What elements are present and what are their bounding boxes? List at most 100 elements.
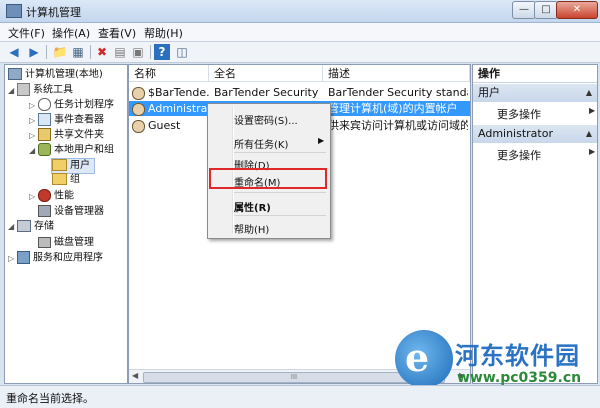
back-icon[interactable]: ◀ [6, 44, 22, 60]
tree-item-root[interactable]: 计算机管理(本地) [8, 68, 103, 82]
user-icon [132, 102, 145, 116]
export-icon[interactable]: ▣ [130, 44, 146, 60]
tree-item-disk-management[interactable]: 磁盘管理 [38, 236, 94, 250]
cell-name: Administrat... [148, 102, 210, 115]
tree-label: 组 [70, 174, 80, 185]
watermark-name: 河东软件园 [455, 342, 580, 370]
user-icon [132, 119, 145, 133]
action-label: 更多操作 [497, 108, 541, 121]
menu-separator [234, 152, 326, 153]
cell-description: 供来宾访问计算机或访问域的内... [328, 119, 468, 132]
submenu-arrow-icon: ▶ [318, 136, 325, 145]
watermark-url: www.pc0359.cn [457, 370, 582, 386]
menu-item-rename[interactable]: 重命名(M) [234, 174, 280, 189]
tree-item-performance[interactable]: ▷ 性能 [29, 189, 74, 203]
forward-icon[interactable]: ▶ [26, 44, 42, 60]
tree-item-system-tools[interactable]: ◢ 系统工具 [8, 83, 73, 97]
tree-label: 本地用户和组 [54, 144, 114, 156]
toolbar-separator [90, 45, 91, 59]
toolbar-separator [46, 45, 47, 59]
table-row[interactable]: $BarTende... BarTender Security Us... Ba… [129, 85, 470, 100]
collapse-up-icon[interactable]: ▲ [586, 84, 592, 102]
collapse-icon[interactable]: ◢ [8, 84, 17, 98]
expand-icon[interactable]: ▷ [29, 114, 38, 128]
menu-bar: 文件(F) 操作(A) 查看(V) 帮助(H) [0, 23, 600, 42]
tree-label: 计算机管理(本地) [25, 69, 103, 80]
tree-label: 存储 [34, 221, 54, 232]
submenu-arrow-icon: ▶ [589, 106, 596, 115]
menu-view[interactable]: 查看(V) [98, 25, 136, 41]
tree-label: 系统工具 [33, 84, 73, 96]
tree-item-services-apps[interactable]: ▷ 服务和应用程序 [8, 251, 103, 265]
more-actions-administrator[interactable]: 更多操作 ▶ [497, 147, 595, 163]
users-group-icon [38, 143, 51, 156]
action-label: 更多操作 [497, 149, 541, 162]
tree-item-shared-folders[interactable]: ▷ 共享文件夹 [29, 128, 104, 142]
menu-item-all-tasks[interactable]: 所有任务(K) [234, 136, 288, 151]
menu-help[interactable]: 帮助(H) [144, 25, 183, 41]
tree-label: 磁盘管理 [54, 237, 94, 248]
tree-label: 事件查看器 [54, 114, 104, 126]
console-tree: 计算机管理(本地) ◢ 系统工具 ▷ 任务计划程序 ▷ 事件查看器 ▷ 共享文件夹 ◢ 本… [4, 64, 128, 384]
actions-section-users[interactable]: 用户 ▲ [473, 84, 597, 102]
section-label: 用户 [478, 86, 500, 99]
menu-file[interactable]: 文件(F) [8, 25, 45, 41]
window-title: 计算机管理 [26, 6, 81, 19]
maximize-button[interactable]: □ [534, 1, 558, 19]
submenu-arrow-icon: ▶ [589, 147, 596, 156]
show-action-pane-icon[interactable]: ◫ [174, 44, 190, 60]
help-icon[interactable]: ? [154, 44, 170, 60]
menu-item-help[interactable]: 帮助(H) [234, 221, 269, 236]
more-actions-users[interactable]: 更多操作 ▶ [497, 106, 595, 122]
properties-icon[interactable]: ▤ [112, 44, 128, 60]
scroll-left-icon[interactable]: ◀ [132, 371, 138, 380]
tree-item-event-viewer[interactable]: ▷ 事件查看器 [29, 113, 104, 127]
cell-description: BarTender Security standard u... [328, 86, 468, 99]
expand-icon[interactable]: ▷ [29, 190, 38, 204]
column-header-name[interactable]: 名称 [129, 65, 209, 82]
tree-item-storage[interactable]: ◢ 存储 [8, 220, 54, 234]
cell-name: Guest [148, 119, 181, 132]
column-header-fullname[interactable]: 全名 [209, 65, 323, 82]
tree-label: 任务计划程序 [54, 99, 114, 111]
tree-label: 共享文件夹 [54, 129, 104, 141]
close-button[interactable]: ✕ [556, 1, 598, 19]
tree-item-task-scheduler[interactable]: ▷ 任务计划程序 [29, 98, 114, 112]
tree-label: 服务和应用程序 [33, 252, 103, 264]
collapse-icon[interactable]: ◢ [29, 144, 38, 158]
computer-icon [8, 68, 22, 80]
storage-icon [17, 220, 31, 232]
device-manager-icon [38, 205, 51, 217]
cell-description: 管理计算机(域)的内置帐户 [328, 102, 458, 115]
clock-icon [38, 98, 51, 111]
tools-icon [17, 83, 30, 96]
expand-icon[interactable]: ▷ [29, 99, 38, 113]
folder-icon [52, 159, 67, 171]
folder-icon [52, 173, 67, 185]
expand-icon[interactable]: ▷ [8, 252, 17, 266]
actions-section-administrator[interactable]: Administrator ▲ [473, 125, 597, 143]
tree-item-device-manager[interactable]: 设备管理器 [38, 205, 104, 219]
collapse-up-icon[interactable]: ▲ [586, 125, 592, 143]
tree-item-groups[interactable]: 组 [52, 173, 80, 187]
expand-icon[interactable]: ▷ [29, 129, 38, 143]
show-hide-tree-icon[interactable]: ▦ [70, 44, 86, 60]
cell-name: $BarTende... [148, 86, 210, 99]
tree-item-local-users-groups[interactable]: ◢ 本地用户和组 [29, 143, 114, 157]
menu-item-properties[interactable]: 属性(R) [234, 199, 271, 214]
column-header-description[interactable]: 描述 [323, 65, 470, 82]
collapse-icon[interactable]: ◢ [8, 220, 17, 234]
title-bar: 计算机管理 — □ ✕ [0, 0, 600, 23]
status-text: 重命名当前选择。 [6, 392, 94, 405]
performance-icon [38, 189, 51, 202]
delete-icon[interactable]: ✖ [94, 44, 110, 60]
up-folder-icon[interactable]: 📁 [52, 44, 68, 60]
cell-fullname: BarTender Security Us... [214, 86, 322, 99]
minimize-button[interactable]: — [512, 1, 536, 19]
shared-folder-icon [38, 128, 51, 141]
tree-item-users[interactable]: 用户 [51, 158, 95, 174]
watermark-logo-icon: e [395, 330, 453, 388]
menu-action[interactable]: 操作(A) [52, 25, 90, 41]
menu-item-set-password[interactable]: 设置密码(S)... [234, 112, 298, 127]
tree-label: 性能 [54, 190, 74, 202]
